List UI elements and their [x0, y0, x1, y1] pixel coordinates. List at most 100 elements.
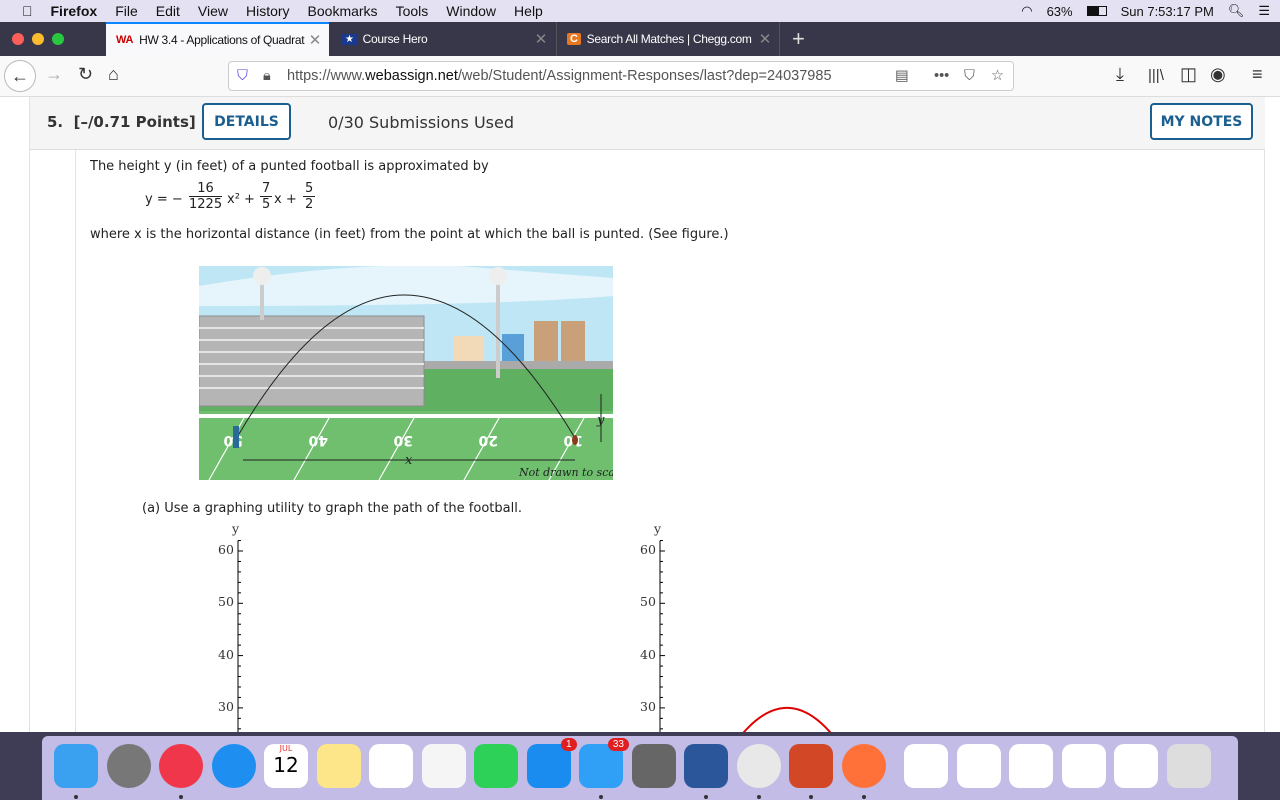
menu-app[interactable]: Firefox [51, 3, 98, 19]
back-button[interactable]: ← [4, 60, 36, 92]
library-icon[interactable]: |||\ [1148, 67, 1164, 84]
messages-badge: 33 [607, 738, 629, 751]
running-indicator [861, 795, 866, 799]
app-store-icon[interactable]: 1 [526, 738, 577, 788]
y-tick-label: 50 [218, 594, 234, 610]
hamburger-menu-icon[interactable]: ≡ [1252, 64, 1263, 85]
spotlight-search-icon[interactable]: 🔍︎ [1228, 3, 1245, 19]
tab-course-hero[interactable]: ★ Course Hero ✕ [332, 22, 555, 56]
bookmark-star-icon[interactable]: ☆ [991, 68, 1004, 84]
url-path: /web/Student/Assignment-Responses/last?d… [457, 68, 832, 84]
photos-icon[interactable] [421, 744, 466, 788]
facetime-icon[interactable] [474, 744, 518, 788]
close-tab-icon[interactable]: ✕ [535, 30, 548, 48]
sidebar-icon[interactable]: ◫ [1180, 64, 1197, 85]
doc-thumb-5-icon[interactable] [1114, 744, 1158, 788]
y-tick-label: 60 [218, 542, 234, 557]
notification-center-icon[interactable]: ☰ [1258, 3, 1270, 19]
navigation-toolbar: ← → ↻ ⌂ ⛉ 🔒︎ https://www.webassign.net/w… [0, 56, 1280, 97]
running-indicator [599, 795, 603, 799]
url-domain: webassign.net [365, 68, 458, 84]
close-tab-icon[interactable]: ✕ [309, 31, 322, 49]
apple-icon[interactable]:  [22, 3, 33, 19]
pocket-icon[interactable]: ⛉ [964, 68, 975, 84]
menu-bar:  Firefox File Edit View History Bookmar… [0, 0, 1280, 22]
launchpad-icon[interactable] [106, 744, 151, 788]
minimize-window-button[interactable] [32, 33, 44, 45]
forward-button[interactable]: → [45, 64, 63, 85]
page-actions-icon[interactable]: ••• [934, 68, 949, 84]
calendar-icon[interactable]: JUL 12 [264, 744, 308, 788]
menu-file[interactable]: File [115, 3, 138, 19]
zoom-window-button[interactable] [52, 33, 64, 45]
doc-thumb-2-icon[interactable] [956, 744, 1001, 788]
tab-label: HW 3.4 - Applications of Quadrat [139, 33, 305, 47]
word-icon[interactable] [684, 744, 728, 788]
messages-icon[interactable]: 33 [579, 738, 629, 788]
running-indicator [74, 795, 78, 799]
doc-thumb-3-icon[interactable] [1009, 744, 1053, 788]
dock: JUL 12 1 33 [0, 732, 1280, 800]
running-indicator [179, 795, 183, 799]
graph-1-y-label: y [232, 521, 240, 536]
new-tab-button[interactable]: + [782, 22, 815, 56]
tab-bar: WA HW 3.4 - Applications of Quadrat ✕ ★ … [0, 22, 1280, 56]
tracking-shield-icon[interactable]: ⛉ [237, 68, 248, 84]
webassign-icon: WA [116, 34, 134, 46]
doc-thumb-1-icon[interactable] [904, 744, 948, 788]
y-tick-label: 60 [640, 542, 656, 557]
url-prefix: https://www. [287, 68, 366, 84]
y-tick-label: 30 [218, 698, 234, 714]
menu-view[interactable]: View [198, 3, 228, 19]
wifi-icon[interactable]: ◠ [1021, 3, 1032, 19]
system-preferences-icon[interactable] [631, 744, 676, 788]
y-tick-label: 40 [218, 646, 234, 662]
tab-chegg[interactable]: C Search All Matches | Chegg.com ✕ [556, 22, 780, 56]
downloads-icon[interactable]: ⤓ [1116, 64, 1124, 85]
battery-icon[interactable] [1086, 6, 1107, 16]
y-tick-label: 30 [640, 698, 656, 714]
url-bar[interactable]: ⛉ 🔒︎ https://www.webassign.net/web/Stude… [228, 61, 1014, 91]
finder-icon[interactable] [54, 744, 98, 788]
menu-edit[interactable]: Edit [156, 3, 180, 19]
football-path-curve[interactable] [740, 706, 838, 732]
menu-tools[interactable]: Tools [396, 3, 429, 19]
menu-history[interactable]: History [246, 3, 290, 19]
chrome-icon[interactable] [736, 744, 781, 788]
reminders-icon[interactable] [369, 744, 413, 788]
account-icon[interactable]: ◉ [1210, 64, 1226, 85]
notes-icon[interactable] [316, 744, 361, 788]
firefox-icon[interactable] [841, 744, 886, 788]
y-tick-label: 40 [640, 646, 656, 662]
course-hero-icon: ★ [342, 33, 357, 45]
lock-icon[interactable]: 🔒︎ [263, 68, 271, 84]
reload-button[interactable]: ↻ [78, 64, 93, 85]
calendar-day: 12 [273, 753, 299, 777]
reader-view-icon[interactable]: ▤ [895, 68, 909, 84]
safari-icon[interactable] [211, 744, 256, 788]
menu-bookmarks[interactable]: Bookmarks [308, 3, 378, 19]
running-indicator [809, 795, 813, 799]
close-tab-icon[interactable]: ✕ [759, 30, 772, 48]
graph-2-y-label: y [654, 521, 662, 536]
doc-thumb-4-icon[interactable] [1061, 744, 1106, 788]
powerpoint-icon[interactable] [789, 744, 833, 788]
music-icon[interactable] [159, 744, 203, 788]
tab-label: Course Hero [362, 32, 428, 46]
running-indicator [704, 795, 708, 799]
answer-graphs [237, 540, 838, 732]
y-tick-label: 50 [640, 594, 656, 610]
menu-window[interactable]: Window [446, 3, 496, 19]
home-button[interactable]: ⌂ [108, 64, 119, 85]
trash-icon[interactable] [1166, 744, 1211, 788]
app-store-badge: 1 [560, 738, 577, 751]
tab-webassign[interactable]: WA HW 3.4 - Applications of Quadrat ✕ [106, 22, 329, 56]
page-content: 5. [–/0.71 Points] DETAILS 0/30 Submissi… [0, 97, 1280, 732]
running-indicator [756, 795, 761, 799]
clock[interactable]: Sun 7:53:17 PM [1121, 4, 1214, 19]
chegg-icon: C [567, 33, 581, 45]
calendar-month: JUL [279, 744, 293, 753]
close-window-button[interactable] [12, 33, 24, 45]
menu-help[interactable]: Help [514, 3, 543, 19]
battery-text: 63% [1046, 3, 1073, 19]
